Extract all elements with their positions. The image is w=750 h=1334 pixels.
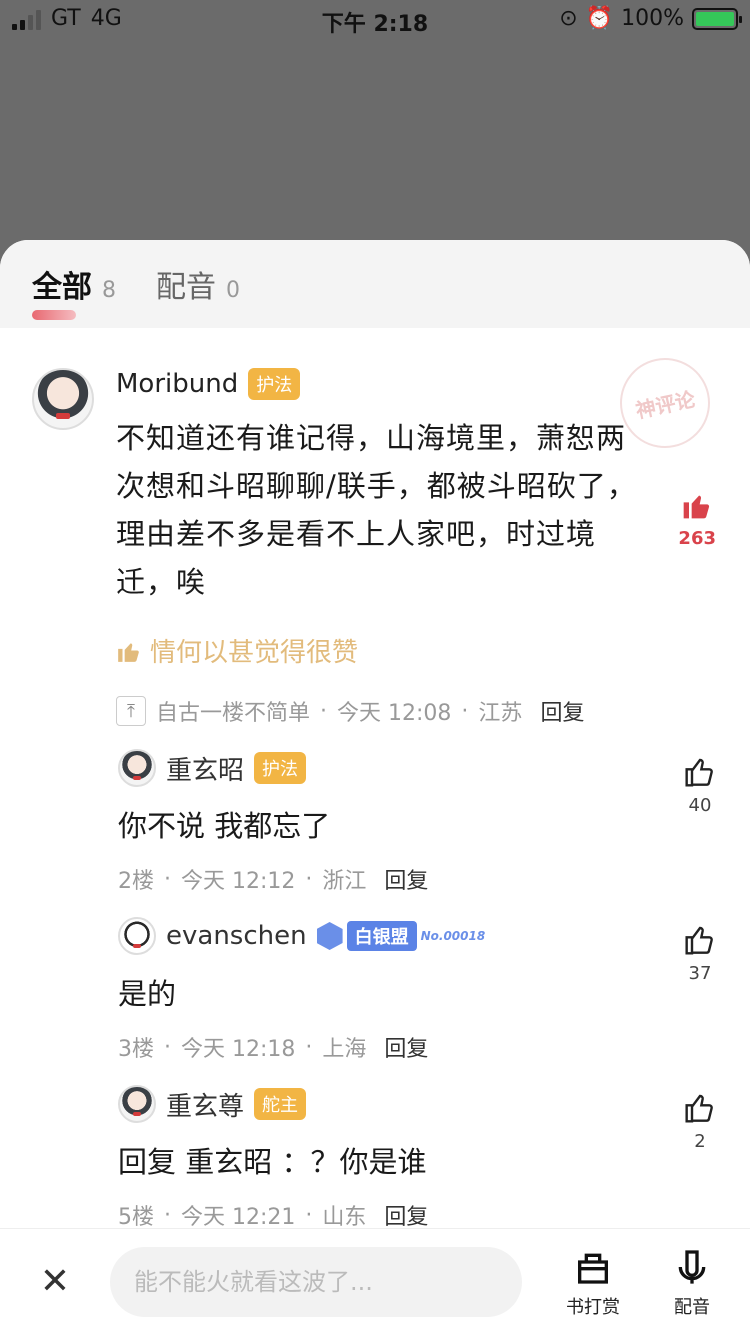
reply-button[interactable]: 回复 [384,1199,428,1231]
close-icon: ✕ [39,1261,71,1302]
reply-button[interactable]: 回复 [540,695,584,727]
battery-percent: 100% [621,6,684,31]
comment-input-bar: ✕ 书打赏 配音 [0,1228,750,1334]
reply-button[interactable]: 回复 [384,863,428,895]
reply-location: 上海 [322,1037,367,1062]
reply-text: 你不说 我都忘了 [118,809,331,843]
rank-badge: 护法 [248,368,301,400]
rank-badge: 护法 [254,752,307,784]
thumbs-up-outline-icon [685,1094,713,1123]
tab-all-label: 全部 [32,270,92,305]
username[interactable]: 重玄尊 [166,1086,244,1123]
like-button[interactable]: 40 [684,755,716,816]
praise-row[interactable]: 情何以甚觉得很赞 [116,632,646,669]
floor-number: 3楼 [118,1037,154,1062]
comment-tabs: 全部 8 配音 0 [0,240,750,328]
reply-text: 是的 [118,977,177,1011]
reply-date: 今天 12:18 [181,1037,296,1062]
comment-list: 神评论 Moribund 护法 不知道还有谁记得，山海境里，萧恕两次想和斗昭聊聊… [0,328,750,1231]
tab-dubbing-count: 0 [226,278,240,303]
comment-author-tag: 自古一楼不简单 [156,701,311,726]
like-button[interactable]: 37 [684,923,716,984]
microphone-icon [678,1250,706,1284]
avatar[interactable] [32,368,94,430]
thumbs-up-outline-icon [685,758,713,787]
silver-alliance-badge: 白银盟 No.00018 [316,921,485,951]
username[interactable]: evanschen [166,921,307,951]
avatar[interactable] [118,749,156,787]
main-comment-meta: ⤒ 自古一楼不简单 · 今天 12:08 · 江苏 回复 [116,695,646,727]
book-reward-button[interactable]: 书打赏 [566,1247,620,1319]
battery-icon [692,7,742,30]
thumbs-up-outline-icon [685,926,713,955]
close-button[interactable]: ✕ [0,1229,110,1334]
status-bar: GT 4G 下午 2:18 ⊙ ⏰ 100% [0,0,750,40]
like-count: 37 [688,963,712,984]
like-count: 40 [688,795,712,816]
comment-text: 不知道还有谁记得，山海境里，萧恕两次想和斗昭聊聊/联手，都被斗昭砍了，理由差不多… [116,421,637,599]
praise-text: 情何以甚觉得很赞 [150,638,359,668]
dubbing-label: 配音 [674,1297,710,1318]
comment-input[interactable] [110,1246,522,1317]
reply-text: 回复 重玄昭 ：？你是谁 [118,1145,427,1179]
reply-date: 今天 12:21 [181,1205,296,1230]
comment-date: 今天 12:08 [337,701,452,726]
reply-item: 重玄昭 护法 你不说 我都忘了 2楼 · 今天 12:12 · 浙江 回复 40 [0,749,750,895]
floor-number: 2楼 [118,869,154,894]
like-button[interactable]: 2 [684,1091,716,1152]
reply-location: 山东 [322,1205,367,1230]
username[interactable]: Moribund [116,369,238,399]
reply-date: 今天 12:12 [181,869,296,894]
thumbs-up-icon [683,495,710,519]
floor-number: 5楼 [118,1205,154,1230]
pin-top-icon: ⤒ [116,696,146,726]
comment-sheet: 全部 8 配音 0 神评论 Moribund 护法 不知道还有谁记得，山海境里，… [0,240,750,1334]
like-count: 2 [694,1131,706,1152]
like-count: 263 [678,528,716,549]
tab-all-count: 8 [102,278,116,303]
like-button[interactable]: 263 [678,488,716,549]
mention-link[interactable]: 重玄昭 [185,1145,272,1179]
tab-all[interactable]: 全部 8 [32,262,116,320]
reply-item: evanschen 白银盟 No.00018 是的 3楼 · 今天 12:18 · … [0,917,750,1063]
reply-location: 浙江 [322,869,367,894]
comment-location: 江苏 [478,701,523,726]
rotation-lock-icon: ⊙ [559,6,578,31]
reply-item: 重玄尊 舵主 回复 重玄昭 ：？你是谁 5楼 · 今天 12:21 · 山东 回复 … [0,1085,750,1231]
main-comment: Moribund 护法 不知道还有谁记得，山海境里，萧恕两次想和斗昭聊聊/联手，… [0,348,750,727]
avatar[interactable] [118,917,156,955]
username[interactable]: 重玄昭 [166,750,244,787]
tab-dubbing[interactable]: 配音 0 [156,262,240,306]
thumbs-up-icon [118,642,139,662]
rank-badge: 舵主 [254,1088,307,1120]
shield-icon [316,922,343,950]
avatar[interactable] [118,1085,156,1123]
gift-icon [578,1253,608,1284]
alarm-icon: ⏰ [585,6,614,31]
tab-dubbing-label: 配音 [156,270,216,305]
reply-button[interactable]: 回复 [384,1031,428,1063]
dubbing-button[interactable]: 配音 [672,1247,712,1319]
book-reward-label: 书打赏 [566,1297,620,1318]
